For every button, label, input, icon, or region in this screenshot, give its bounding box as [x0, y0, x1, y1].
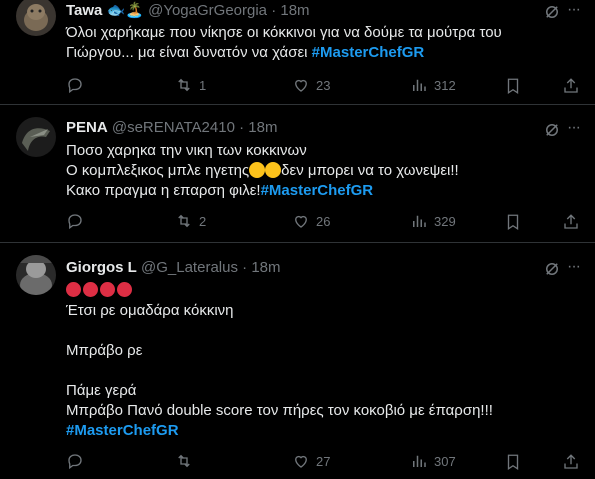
views-icon [413, 79, 426, 91]
text-line: Γιώργου... μα είναι δυνατόν να χάσει [66, 44, 312, 61]
text-line: Κακο πραγμα η επαρση φιλε! [66, 182, 261, 199]
laughing-emoji-icon [249, 162, 266, 178]
tweet-2[interactable]: PENA @seRENATA2410 · 18m ··· Ποσο χαρηκα… [0, 105, 595, 243]
red-circle-emoji-icon [117, 282, 132, 297]
repost-icon [178, 454, 190, 468]
reply-icon [68, 214, 82, 230]
share-icon[interactable] [562, 77, 580, 95]
repost-button[interactable]: 2 [175, 212, 206, 230]
views-button[interactable]: 312 [410, 76, 456, 94]
view-count: 307 [434, 453, 456, 469]
avatar[interactable] [16, 0, 56, 36]
like-count: 23 [316, 77, 331, 93]
separator-dot: · [271, 2, 277, 19]
bookmark-icon[interactable] [504, 77, 522, 95]
like-button[interactable]: 23 [292, 76, 330, 94]
heart-icon [295, 455, 307, 468]
repost-button[interactable] [175, 452, 199, 470]
text-line: Έτσι ρε ομαδάρα κόκκινη [66, 302, 234, 319]
text-line: δεν μπορει να το χωνεψει!! [281, 162, 459, 179]
name-emoji: 🐟🏝️ [106, 2, 144, 19]
text-line: Ποσο χαρηκα την νικη των κοκκινων [66, 142, 307, 159]
repost-count: 2 [199, 213, 207, 229]
reply-button[interactable] [66, 452, 90, 470]
more-icon[interactable]: ··· [567, 119, 581, 137]
text-line: Πάμε γερά [66, 382, 137, 399]
tweet-text: Όλοι χαρήκαμε που νίκησε οι κόκκινοι για… [66, 23, 581, 63]
bookmark-icon[interactable] [504, 213, 522, 231]
red-circle-emoji-icon [83, 282, 98, 297]
author-handle[interactable]: @G_Lateralus [141, 259, 238, 276]
share-icon[interactable] [562, 453, 580, 471]
grok-icon[interactable] [543, 3, 561, 21]
action-bar: 1 23 312 [66, 76, 581, 96]
bookmark-icon[interactable] [504, 453, 522, 471]
hashtag-link[interactable]: #MasterChefGR [312, 44, 425, 61]
author-name[interactable]: PENA [66, 119, 108, 136]
more-icon[interactable]: ··· [567, 1, 581, 19]
red-circle-emoji-icon [66, 282, 81, 297]
more-icon[interactable]: ··· [567, 258, 581, 276]
hashtag-link[interactable]: #MasterChefGR [66, 422, 179, 439]
text-line: Όλοι χαρήκαμε που νίκησε οι κόκκινοι για… [66, 24, 502, 41]
red-circle-emoji-icon [100, 282, 115, 297]
like-button[interactable]: 27 [292, 452, 330, 470]
grok-icon[interactable] [543, 121, 561, 139]
hashtag-link[interactable]: #MasterChefGR [261, 182, 374, 199]
like-count: 27 [316, 453, 331, 469]
repost-icon [178, 78, 190, 92]
laughing-emoji-icon [265, 162, 282, 178]
tweet-header: PENA @seRENATA2410 · 18m [66, 118, 277, 138]
grok-icon[interactable] [543, 260, 561, 278]
views-button[interactable]: 307 [410, 452, 456, 470]
action-bar: 27 307 [66, 452, 581, 472]
repost-count: 1 [199, 77, 207, 93]
avatar[interactable] [16, 117, 56, 157]
author-name[interactable]: Tawa [66, 2, 102, 19]
tweet-1[interactable]: Tawa 🐟🏝️ @YogaGrGeorgia · 18m ··· Όλοι χ… [0, 0, 595, 105]
timestamp[interactable]: 18m [280, 2, 309, 19]
tweet-3[interactable]: Giorgos L @G_Lateralus · 18m ··· Έτσι ρε… [0, 243, 595, 479]
view-count: 329 [434, 213, 456, 229]
author-handle[interactable]: @YogaGrGeorgia [148, 2, 267, 19]
tweet-header: Tawa 🐟🏝️ @YogaGrGeorgia · 18m [66, 1, 310, 21]
share-icon[interactable] [562, 213, 580, 231]
view-count: 312 [434, 77, 456, 93]
text-line: Μπράβο Πανό double score τον πήρες τον κ… [66, 402, 493, 419]
avatar[interactable] [16, 255, 56, 295]
reply-icon [68, 454, 82, 470]
tweet-text: Ποσο χαρηκα την νικη των κοκκινων Ο κομπ… [66, 141, 581, 201]
timestamp[interactable]: 18m [251, 259, 280, 276]
tweet-text: Έτσι ρε ομαδάρα κόκκινη Μπράβο ρε Πάμε γ… [66, 281, 581, 441]
reply-button[interactable] [66, 212, 90, 230]
tweet-header: Giorgos L @G_Lateralus · 18m [66, 258, 281, 278]
separator-dot: · [239, 119, 245, 136]
timestamp[interactable]: 18m [248, 119, 277, 136]
repost-icon [178, 214, 190, 228]
author-name[interactable]: Giorgos L [66, 259, 137, 276]
like-count: 26 [316, 213, 331, 229]
separator-dot: · [242, 259, 248, 276]
like-button[interactable]: 26 [292, 212, 330, 230]
author-handle[interactable]: @seRENATA2410 [112, 119, 235, 136]
repost-button[interactable]: 1 [175, 76, 206, 94]
heart-icon [295, 79, 307, 92]
action-bar: 2 26 329 [66, 212, 581, 232]
views-button[interactable]: 329 [410, 212, 456, 230]
views-icon [413, 215, 426, 227]
text-line: Ο κομπλεξικος μπλε ηγετης [66, 162, 250, 179]
text-line: Μπράβο ρε [66, 342, 143, 359]
reply-button[interactable] [66, 76, 90, 94]
views-icon [413, 455, 426, 467]
heart-icon [295, 215, 307, 228]
reply-icon [68, 78, 82, 94]
